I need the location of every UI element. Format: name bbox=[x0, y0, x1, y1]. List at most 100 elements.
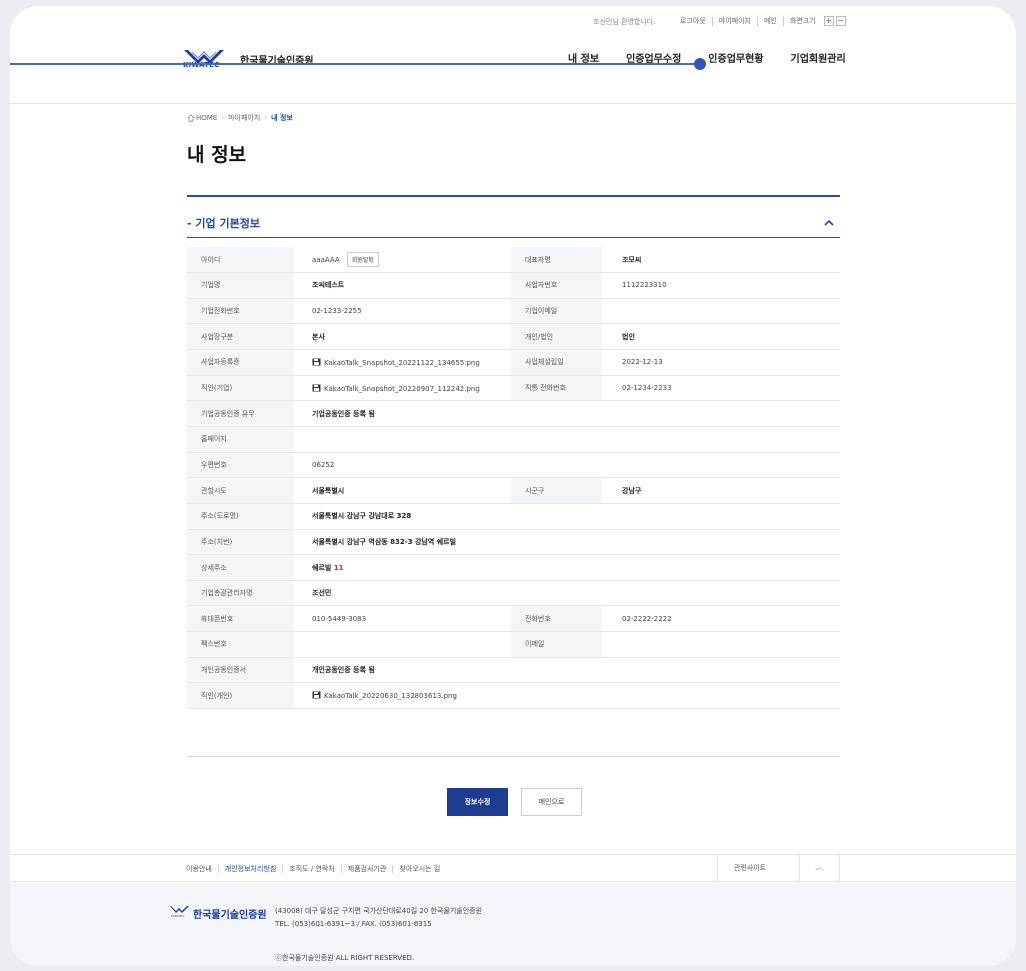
id-value: aaaAAA bbox=[312, 256, 340, 265]
homepage-label: 홈페이지 bbox=[187, 426, 294, 453]
footer-name: 한국물기술인증원 bbox=[193, 910, 267, 921]
home-icon bbox=[187, 114, 195, 122]
footer-links: 이용안내 개인정보처리방침 조직도 / 연락처 제품검사기관 찾아오시는 길 bbox=[186, 865, 446, 873]
zoom-out-button[interactable]: − bbox=[835, 16, 846, 26]
jibun-value: 서울특별시 강남구 역삼동 832-3 강남역 쉐르빌 bbox=[294, 529, 840, 556]
bizcert-label: 사업자등록증 bbox=[187, 349, 294, 376]
footer-link-inspect[interactable]: 제품검사기관 bbox=[340, 865, 393, 873]
founded-value: 2022-12-13 bbox=[602, 349, 840, 376]
fax-value bbox=[294, 631, 511, 658]
footer-link-location[interactable]: 찾아오시는 길 bbox=[392, 865, 446, 873]
phone-label: 전화번호 bbox=[511, 605, 602, 633]
bizcert-file-link[interactable]: KakaoTalk_Snapshot_20221122_134655.png bbox=[324, 359, 480, 367]
company-value: 조씨테스트 bbox=[294, 272, 511, 299]
ceo-value: 조모씨 bbox=[602, 247, 840, 274]
bizcert-cell: KakaoTalk_Snapshot_20221122_134655.png bbox=[294, 349, 511, 376]
table-row: 기업총괄관리자명 조선민 bbox=[187, 580, 840, 607]
page-frame: 조선민님 환영합니다. 로그아웃 마이페이지 메인 화면크기 + − 한국물기술… bbox=[10, 6, 1016, 966]
table-row: 기업공동인증 유무 기업공동인증 등록 됨 bbox=[187, 400, 840, 427]
page-title: 내 정보 bbox=[187, 144, 247, 166]
manager-label: 기업총괄관리자명 bbox=[187, 580, 294, 607]
direct-label: 직통 전화번호 bbox=[511, 375, 602, 402]
table-row: 주소(도로명) 서울특별시 강남구 강남대로 328 bbox=[187, 503, 840, 530]
footer-link-guide[interactable]: 이용안내 bbox=[186, 865, 218, 873]
zip-label: 우편번호 bbox=[187, 452, 294, 479]
file-icon bbox=[312, 358, 321, 366]
id-label: 아이디 bbox=[187, 247, 294, 274]
table-row: 홈페이지 bbox=[187, 426, 840, 453]
table-row: 직인(개인) KakaoTalk_20220630_132803613.png bbox=[187, 682, 840, 710]
ceo-label: 대표자명 bbox=[511, 247, 602, 274]
annotation-dot bbox=[694, 58, 706, 70]
edit-info-button[interactable]: 정보수정 bbox=[447, 788, 508, 816]
sigungu-label: 시군구 bbox=[511, 477, 602, 504]
utility-bar: 조선민님 환영합니다. 로그아웃 마이페이지 메인 화면크기 + − bbox=[10, 6, 1016, 32]
road-value: 서울특별시 강남구 강남대로 328 bbox=[294, 503, 840, 530]
footer-nav: 이용안내 개인정보처리방침 조직도 / 연락처 제품검사기관 찾아오시는 길 관… bbox=[10, 854, 1016, 882]
detail-number: 11 bbox=[333, 563, 344, 572]
sido-label: 관할시도 bbox=[187, 477, 294, 504]
pseal-label: 직인(개인) bbox=[187, 682, 294, 710]
logout-link[interactable]: 로그아웃 bbox=[674, 17, 712, 26]
bizno-label: 사업자번호 bbox=[511, 272, 602, 299]
footer-address: (43008) 대구 달성군 구지면 국가산단대로40길 20 한국물기술인증원 bbox=[275, 907, 483, 915]
site-header: 한국물기술인증원 KIWATEC 내 정보 인증업무수정 인증업무현황 기업회원… bbox=[10, 42, 1016, 104]
pcert-label: 개인공동인증서 bbox=[187, 657, 294, 684]
person-value: 법인 bbox=[602, 323, 840, 351]
table-row: 직인(기업) KakaoTalk_Snapshot_20220907_11224… bbox=[187, 375, 840, 402]
founded-label: 사업체설립일 bbox=[511, 349, 602, 376]
email-value bbox=[602, 298, 840, 325]
zip-value: 06252 bbox=[294, 452, 840, 479]
file-icon bbox=[312, 384, 321, 392]
phone-value: 02-2222-2222 bbox=[602, 605, 840, 633]
sigungu-value: 강남구 bbox=[602, 477, 840, 504]
table-row: 휴대폰번호 010-5449-3083 전화번호 02-2222-2222 bbox=[187, 605, 840, 633]
go-main-button[interactable]: 메인으로 bbox=[521, 788, 582, 816]
mail-value bbox=[602, 631, 840, 658]
welcome-text: 조선민님 환영합니다. bbox=[593, 18, 656, 26]
pseal-file-link[interactable]: KakaoTalk_20220630_132803613.png bbox=[324, 692, 457, 700]
footer-link-org[interactable]: 조직도 / 연락처 bbox=[282, 865, 340, 873]
breadcrumb-mypage[interactable]: 마이페이지 bbox=[228, 113, 260, 123]
pseal-cell: KakaoTalk_20220630_132803613.png bbox=[294, 682, 840, 710]
site-footer: KIWATEC 한국물기술인증원 (43008) 대구 달성군 구지면 국가산단… bbox=[10, 883, 1016, 966]
mail-label: 이메일 bbox=[511, 631, 602, 658]
nav-member-manage[interactable]: 기업회원관리 bbox=[791, 50, 846, 65]
seal-cell: KakaoTalk_Snapshot_20220907_112242.png bbox=[294, 375, 511, 402]
mobile-label: 휴대폰번호 bbox=[187, 605, 294, 633]
mobile-value: 010-5449-3083 bbox=[294, 605, 511, 633]
utility-links: 로그아웃 마이페이지 메인 화면크기 + − bbox=[674, 16, 846, 26]
seal-label: 직인(기업) bbox=[187, 375, 294, 402]
sido-value: 서울특별시 bbox=[294, 477, 511, 504]
jibun-label: 주소(지번) bbox=[187, 529, 294, 556]
withdraw-button[interactable]: 회원탈퇴 bbox=[346, 252, 379, 268]
breadcrumb-home[interactable]: HOME bbox=[196, 114, 217, 122]
table-row: 관할시도 서울특별시 시군구 강남구 bbox=[187, 477, 840, 504]
seal-file-link[interactable]: KakaoTalk_Snapshot_20220907_112242.png bbox=[324, 385, 480, 393]
related-sites-select[interactable]: 관련사이트 bbox=[717, 855, 809, 881]
tel-label: 기업전화번호 bbox=[187, 298, 294, 325]
direct-value: 02-1234-2233 bbox=[602, 375, 840, 402]
nav-cert-status[interactable]: 인증업무현황 bbox=[708, 50, 763, 65]
mypage-link[interactable]: 마이페이지 bbox=[711, 16, 757, 26]
section-divider bbox=[187, 237, 840, 238]
breadcrumb-sep: › bbox=[264, 114, 268, 122]
annotation-line bbox=[10, 63, 702, 65]
main-link[interactable]: 메인 bbox=[756, 16, 783, 26]
table-row: 주소(지번) 서울특별시 강남구 역삼동 832-3 강남역 쉐르빌 bbox=[187, 529, 840, 556]
tel-value: 02-1233-2255 bbox=[294, 298, 511, 325]
table-row: 기업전화번호 02-1233-2255 기업이메일 bbox=[187, 298, 840, 325]
chevron-up-icon[interactable] bbox=[824, 219, 834, 227]
title-divider bbox=[187, 195, 840, 197]
footer-tel: TEL. (053)601-6391~3 / FAX. (053)601-631… bbox=[275, 920, 432, 928]
footer-copyright: ⓒ한국물기술인증원 ALL RIGHT RESERVED. bbox=[275, 954, 415, 962]
section-title: - 기업 기본정보 bbox=[187, 217, 260, 230]
scroll-top-button[interactable]: ︿ bbox=[799, 855, 840, 881]
footer-link-privacy[interactable]: 개인정보처리방침 bbox=[217, 865, 283, 873]
zoom-in-button[interactable]: + bbox=[823, 16, 834, 26]
company-label: 기업명 bbox=[187, 272, 294, 299]
bizno-value: 1112223310 bbox=[602, 272, 840, 299]
company-info-table: 아이디 aaaAAA 회원탈퇴 대표자명 조모씨 기업명 조씨테스트 사업자번호… bbox=[187, 247, 840, 710]
table-row: 팩스번호 이메일 bbox=[187, 631, 840, 658]
breadcrumb: HOME › 마이페이지 › 내 정보 bbox=[187, 113, 293, 123]
